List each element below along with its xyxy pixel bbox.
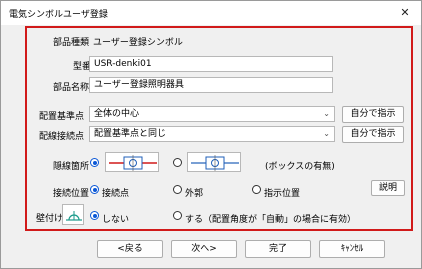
wiring-point-value: 配置基準点と同じ [94, 129, 167, 139]
chevron-down-icon: ⌄ [323, 129, 330, 138]
hidden-line-radio-2[interactable] [173, 158, 182, 167]
connection-radio-specified[interactable] [252, 185, 261, 194]
part-name-field[interactable]: ユーザー登録照明器具 [89, 77, 333, 93]
hidden-line-label: 隠線箇所 [53, 162, 90, 172]
base-point-value: 全体の中心 [94, 109, 140, 119]
connection-option-outline: 外郭 [185, 189, 204, 199]
explain-button[interactable]: 説明 [371, 180, 405, 196]
close-icon[interactable]: ✕ [393, 4, 417, 22]
wall-option-yes: する（配置角度が「自動」の場合に有効） [185, 215, 357, 225]
base-point-label: 配置基準点 [39, 112, 85, 122]
next-button[interactable]: 次へ> [171, 240, 237, 258]
dialog-window: 電気シンボルユーザ登録 ✕ 部品種類 ユーザー登録シンボル 型番 USR-den… [0, 0, 422, 269]
model-field[interactable]: USR-denki01 [89, 56, 333, 72]
back-button[interactable]: <戻る [97, 240, 163, 258]
chevron-down-icon: ⌄ [323, 109, 330, 118]
wall-mount-icon [62, 204, 84, 225]
finish-button[interactable]: 完了 [245, 240, 311, 258]
window-title: 電気シンボルユーザ登録 [9, 10, 108, 20]
part-type-label: 部品種類 [53, 38, 90, 48]
hidden-line-radio-1[interactable] [90, 158, 99, 167]
wall-option-no: しない [102, 215, 130, 225]
form-panel: 部品種類 ユーザー登録シンボル 型番 USR-denki01 部品名称 ユーザー… [25, 26, 413, 231]
wall-radio-no[interactable] [90, 211, 99, 220]
wall-radio-yes[interactable] [173, 211, 182, 220]
wiring-point-select[interactable]: 配置基準点と同じ ⌄ [89, 126, 335, 142]
part-type-value: ユーザー登録シンボル [93, 38, 183, 48]
part-name-label: 部品名称 [53, 83, 90, 93]
connection-option-specified: 指示位置 [264, 189, 301, 199]
box-note: (ボックスの有無) [265, 162, 335, 172]
wiring-point-specify-button[interactable]: 自分で指示 [342, 126, 404, 143]
wall-label: 壁付け [36, 214, 64, 224]
hidden-line-symbol-icon [105, 152, 159, 172]
wiring-point-label: 配線接続点 [39, 132, 85, 142]
connection-radio-outline[interactable] [173, 185, 182, 194]
title-bar: 電気シンボルユーザ登録 ✕ [1, 1, 421, 25]
cancel-button[interactable]: ｷｬﾝｾﾙ [319, 240, 385, 258]
connection-radio-point[interactable] [90, 185, 99, 194]
base-point-specify-button[interactable]: 自分で指示 [342, 106, 404, 123]
box-symbol-icon [187, 152, 241, 172]
connection-label: 接続位置 [53, 189, 90, 199]
connection-option-point: 接続点 [102, 189, 130, 199]
base-point-select[interactable]: 全体の中心 ⌄ [89, 106, 335, 122]
